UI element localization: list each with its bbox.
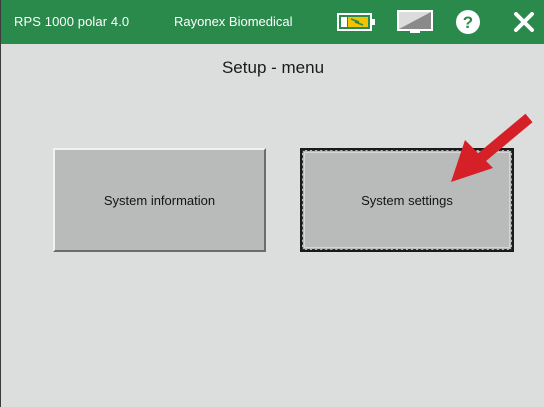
app-name: RPS 1000 polar 4.0 <box>14 14 130 29</box>
svg-text:?: ? <box>463 13 473 32</box>
display-icon[interactable] <box>393 0 437 44</box>
help-icon[interactable]: ? <box>451 0 485 44</box>
page-title: Setup - menu <box>221 58 325 77</box>
system-settings-label: System settings <box>361 192 453 208</box>
pointer-arrow-icon <box>451 113 533 182</box>
device-window: RPS 1000 polar 4.0 Rayonex Biomedical ? <box>0 0 544 407</box>
system-information-button[interactable]: System information <box>53 148 266 252</box>
title-bar: RPS 1000 polar 4.0 Rayonex Biomedical ? <box>1 0 544 44</box>
system-information-label: System information <box>103 192 216 208</box>
close-icon[interactable] <box>506 0 542 44</box>
company-name: Rayonex Biomedical <box>174 14 293 29</box>
battery-icon[interactable] <box>335 0 379 44</box>
